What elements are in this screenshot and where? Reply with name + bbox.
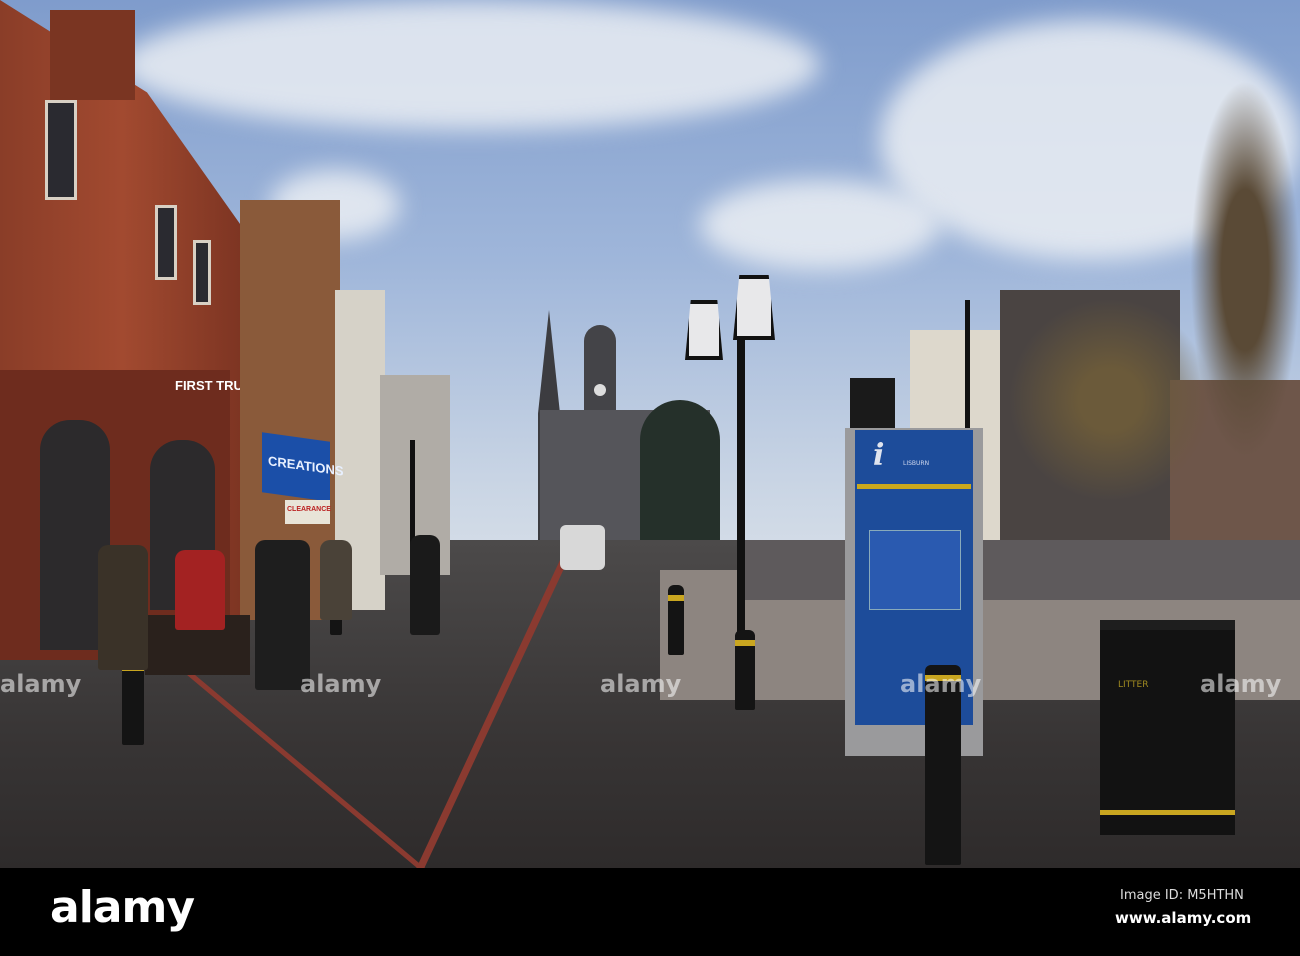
window bbox=[193, 240, 211, 305]
watermark: alamy bbox=[300, 670, 382, 698]
pedestrian bbox=[175, 550, 225, 630]
cloud bbox=[120, 0, 820, 130]
window bbox=[155, 205, 177, 280]
sign-stripe bbox=[857, 484, 971, 489]
footer-bar: alamy Image ID: M5HTHN www.alamy.com bbox=[0, 868, 1300, 956]
watermark: alamy bbox=[1200, 670, 1282, 698]
creations-sign-board: CREATIONS bbox=[262, 432, 344, 502]
watermark: alamy bbox=[600, 670, 682, 698]
christmas-tree bbox=[640, 400, 720, 550]
alamy-url: www.alamy.com bbox=[1115, 909, 1252, 927]
info-sign-frame: i LISBURN bbox=[845, 428, 983, 756]
window bbox=[45, 100, 77, 200]
pedestrian bbox=[410, 535, 440, 635]
bin-stripe bbox=[1100, 810, 1235, 815]
litter-label: LITTER bbox=[1118, 680, 1149, 690]
birch-tree bbox=[1000, 290, 1220, 510]
town-map bbox=[869, 530, 961, 610]
bollard bbox=[668, 585, 684, 655]
clearance-sign: CLEARANCE bbox=[287, 506, 331, 513]
litter-bin: LITTER bbox=[1100, 620, 1235, 835]
cloud bbox=[700, 180, 940, 270]
info-sign-title: LISBURN bbox=[903, 460, 930, 467]
alamy-logo: alamy bbox=[50, 882, 195, 933]
road bbox=[740, 540, 1300, 600]
lantern bbox=[733, 275, 775, 340]
street-photo: FIRST TRUST CREATIONS CLEARANCE i LISBUR… bbox=[0, 0, 1300, 868]
lantern bbox=[685, 300, 723, 360]
clearance-sign-board: CLEARANCE bbox=[285, 500, 331, 524]
pedestrian bbox=[98, 545, 148, 670]
clock-face bbox=[594, 384, 606, 396]
info-icon: i bbox=[873, 438, 885, 473]
chimney bbox=[50, 10, 135, 100]
bollard bbox=[735, 630, 755, 710]
watermark: alamy bbox=[900, 670, 982, 698]
pedestrian bbox=[320, 540, 352, 620]
pedestrian bbox=[255, 540, 310, 690]
image-id: Image ID: M5HTHN bbox=[1120, 888, 1244, 903]
watermark: alamy bbox=[0, 670, 82, 698]
van bbox=[560, 525, 605, 570]
